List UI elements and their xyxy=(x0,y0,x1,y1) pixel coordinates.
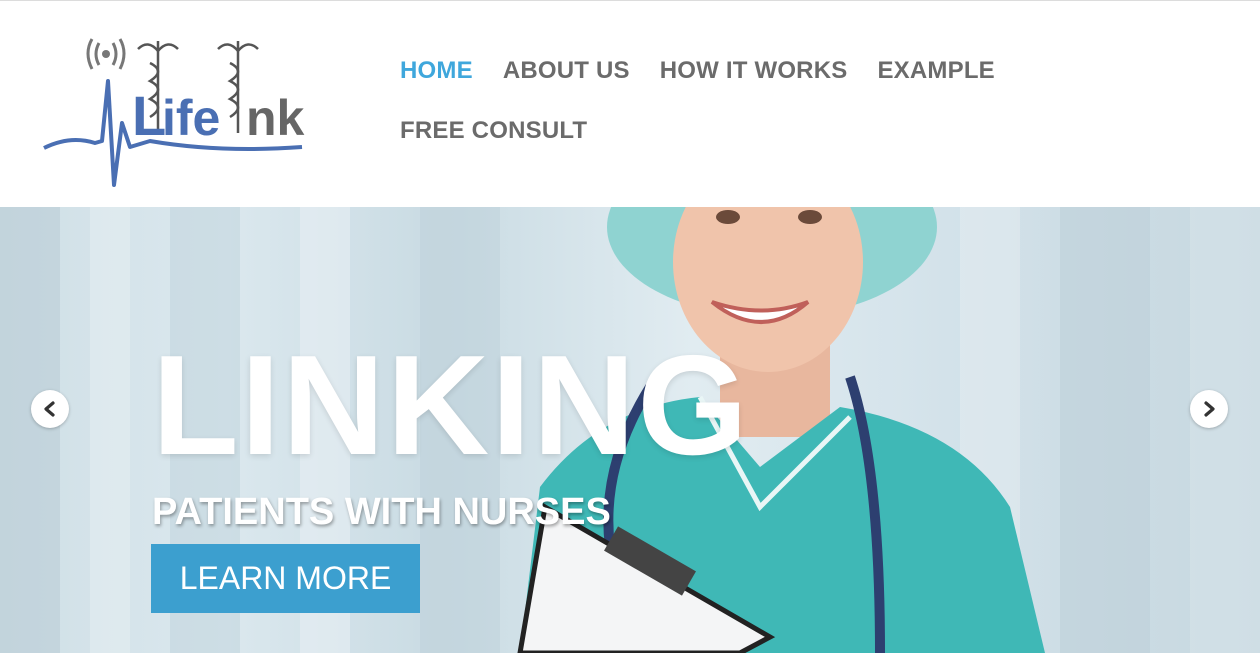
site-logo[interactable]: L ife nk xyxy=(40,23,315,191)
lifeink-logo-graphic: L ife nk xyxy=(43,38,305,187)
svg-text:ife: ife xyxy=(162,90,220,146)
slide-subtitle: PATIENTS WITH NURSES xyxy=(152,491,611,533)
nav-item-home[interactable]: HOME xyxy=(400,59,473,83)
nav-item-free-consult[interactable]: FREE CONSULT xyxy=(400,119,587,143)
learn-more-button[interactable]: LEARN MORE xyxy=(151,544,420,613)
slide-caption: LINKING PATIENTS WITH NURSES LEARN MORE xyxy=(0,207,1260,653)
site-header: L ife nk HOME ABOUT US HOW IT WORKS EXAM… xyxy=(0,0,1260,207)
nav-item-how-it-works[interactable]: HOW IT WORKS xyxy=(660,59,848,83)
svg-text:nk: nk xyxy=(246,90,305,146)
nav-item-example[interactable]: EXAMPLE xyxy=(877,59,994,83)
nav-item-about-us[interactable]: ABOUT US xyxy=(503,59,630,83)
slide-title: LINKING xyxy=(152,326,750,485)
hero-slider: LINKING PATIENTS WITH NURSES LEARN MORE xyxy=(0,207,1260,653)
main-nav: HOME ABOUT US HOW IT WORKS EXAMPLE FREE … xyxy=(400,59,1060,143)
